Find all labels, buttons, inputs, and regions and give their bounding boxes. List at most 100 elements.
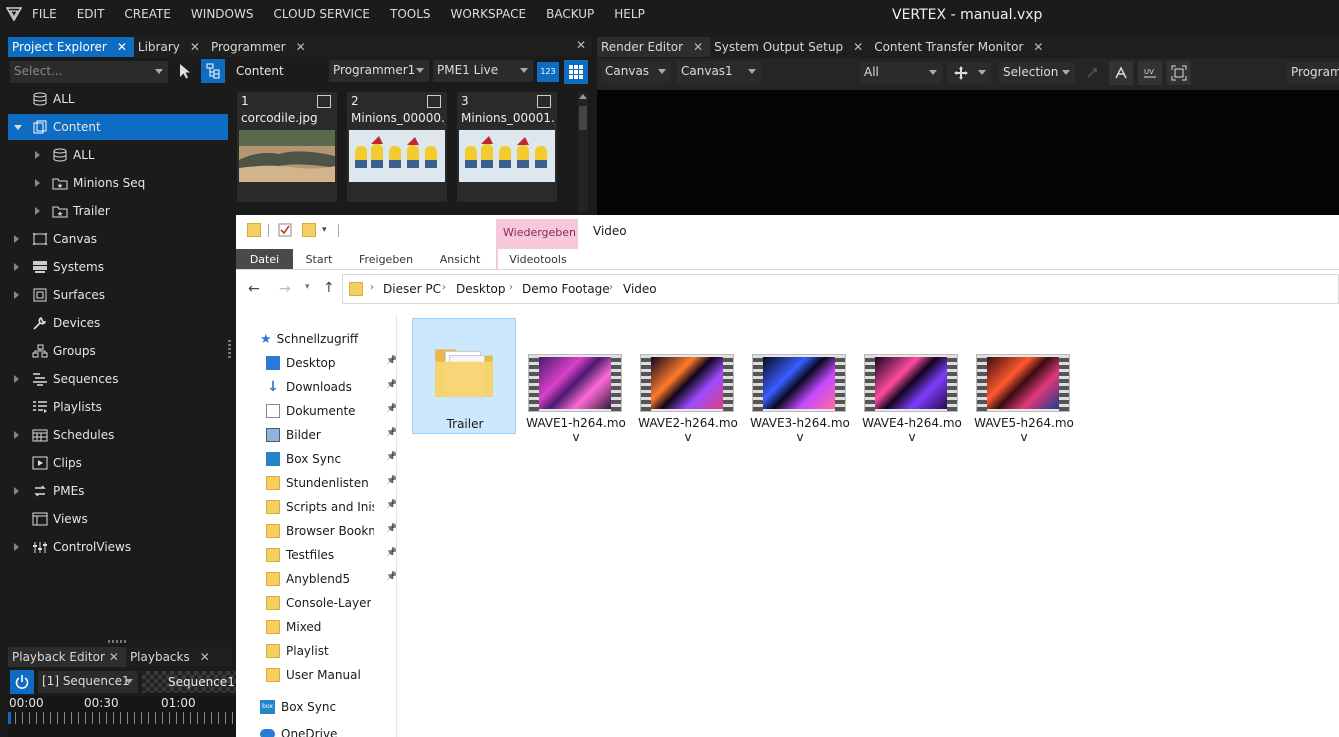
folder-icon[interactable] bbox=[247, 223, 261, 237]
sequence-select[interactable]: [1] Sequence1 bbox=[38, 671, 138, 693]
tab-project-explorer[interactable]: Project Explorer ✕ bbox=[8, 37, 134, 57]
expand-icon[interactable] bbox=[14, 487, 19, 495]
tree-item-clips[interactable]: Clips bbox=[8, 450, 228, 476]
tree-item-sequences[interactable]: Sequences bbox=[8, 366, 228, 392]
menu-tools[interactable]: TOOLS bbox=[390, 7, 431, 21]
breadcrumb-item[interactable]: Dieser PC bbox=[383, 282, 441, 296]
tree-item-playlists[interactable]: Playlists bbox=[8, 394, 228, 420]
nav-item[interactable]: Bilder 📌 bbox=[266, 423, 397, 447]
sequence-clip[interactable]: Sequence1 bbox=[142, 671, 236, 693]
content-item[interactable]: 2 Minions_00000.jpg bbox=[347, 92, 447, 202]
nav-item[interactable]: Box Sync 📌 bbox=[266, 447, 397, 471]
hierarchy-toggle-button[interactable] bbox=[201, 59, 225, 83]
customize-toolbar-icon[interactable]: ▾ bbox=[322, 225, 327, 235]
expand-icon[interactable] bbox=[14, 431, 19, 439]
tree-item-content-all[interactable]: ALL bbox=[8, 142, 228, 168]
new-folder-icon[interactable] bbox=[302, 223, 316, 237]
filter-select[interactable]: All bbox=[860, 62, 942, 84]
forward-arrow-icon[interactable]: → bbox=[279, 281, 291, 297]
close-icon[interactable]: ✕ bbox=[190, 40, 200, 54]
nav-item[interactable]: Console-Layer bbox=[266, 591, 371, 615]
canvas-type-select[interactable]: Canvas bbox=[601, 61, 671, 83]
close-icon[interactable]: ✕ bbox=[576, 38, 586, 52]
expand-icon[interactable] bbox=[14, 263, 19, 271]
render-viewport[interactable] bbox=[597, 90, 1339, 215]
nav-item[interactable]: Anyblend5 📌 bbox=[266, 567, 397, 591]
tree-item-devices[interactable]: Devices bbox=[8, 310, 228, 336]
close-icon[interactable]: ✕ bbox=[109, 650, 119, 664]
tree-item-schedules[interactable]: Schedules bbox=[8, 422, 228, 448]
nav-item[interactable]: Stundenlisten 📌 bbox=[266, 471, 397, 495]
playhead[interactable] bbox=[8, 712, 11, 724]
video-file-item[interactable]: WAVE1-h264.mov bbox=[524, 318, 628, 444]
tab-render-editor[interactable]: Render Editor ✕ bbox=[597, 37, 711, 57]
close-icon[interactable]: ✕ bbox=[693, 40, 703, 54]
tree-item-groups[interactable]: Groups bbox=[8, 338, 228, 364]
splitter-handle[interactable] bbox=[228, 340, 231, 358]
video-file-item[interactable]: WAVE5-h264.mov bbox=[972, 318, 1076, 444]
expand-icon[interactable] bbox=[35, 151, 40, 159]
breadcrumb-item[interactable]: Video bbox=[623, 282, 657, 296]
nav-item[interactable]: User Manual bbox=[266, 663, 361, 687]
splitter-handle[interactable] bbox=[108, 640, 126, 643]
content-item[interactable]: 1 corcodile.jpg bbox=[237, 92, 337, 202]
nav-box-sync[interactable]: box Box Sync bbox=[260, 695, 336, 719]
cursor-select-icon[interactable] bbox=[176, 62, 194, 80]
tab-freigeben[interactable]: Freigeben bbox=[350, 249, 422, 269]
expand-icon[interactable] bbox=[14, 375, 19, 383]
video-file-item[interactable]: WAVE4-h264.mov bbox=[860, 318, 964, 444]
recent-locations-icon[interactable]: ▾ bbox=[305, 282, 310, 292]
nav-item[interactable]: Playlist bbox=[266, 639, 329, 663]
tab-start[interactable]: Start bbox=[296, 249, 342, 269]
selection-mode-select[interactable]: Selection bbox=[999, 62, 1075, 84]
select-dropdown[interactable]: Select... bbox=[10, 61, 168, 83]
expand-icon[interactable] bbox=[35, 179, 40, 187]
close-icon[interactable]: ✕ bbox=[117, 40, 127, 54]
back-arrow-icon[interactable]: ← bbox=[248, 281, 260, 297]
canvas-select[interactable]: Canvas1 bbox=[677, 61, 761, 83]
tab-programmer[interactable]: Programmer ✕ bbox=[207, 37, 313, 57]
breadcrumb-item[interactable]: Demo Footage bbox=[522, 282, 610, 296]
expand-icon[interactable] bbox=[14, 543, 19, 551]
menu-help[interactable]: HELP bbox=[614, 7, 645, 21]
tab-ansicht[interactable]: Ansicht bbox=[432, 249, 488, 269]
tab-library[interactable]: Library ✕ bbox=[134, 37, 207, 57]
menu-workspace[interactable]: WORKSPACE bbox=[451, 7, 527, 21]
close-icon[interactable]: ✕ bbox=[200, 650, 210, 664]
tree-item-pmes[interactable]: PMEs bbox=[8, 478, 228, 504]
tree-item-all[interactable]: ALL bbox=[8, 86, 228, 112]
tree-item-controlviews[interactable]: ControlViews bbox=[8, 534, 228, 560]
tree-item-views[interactable]: Views bbox=[8, 506, 228, 532]
menu-file[interactable]: FILE bbox=[32, 7, 57, 21]
tree-item-minions-seq[interactable]: ★ Minions Seq bbox=[8, 170, 228, 196]
close-icon[interactable]: ✕ bbox=[1033, 40, 1043, 54]
scroll-thumb[interactable] bbox=[579, 106, 587, 130]
power-button[interactable] bbox=[10, 670, 34, 694]
close-icon[interactable]: ✕ bbox=[296, 40, 306, 54]
tab-playback-editor[interactable]: Playback Editor ✕ bbox=[8, 647, 126, 667]
tree-item-content[interactable]: Content bbox=[8, 114, 228, 140]
content-item[interactable]: 3 Minions_00001.jpg bbox=[457, 92, 557, 202]
close-icon[interactable]: ✕ bbox=[853, 40, 863, 54]
video-file-item[interactable]: WAVE2-h264.mov bbox=[636, 318, 740, 444]
nav-item[interactable]: Scripts and Inis f📌 bbox=[266, 495, 397, 519]
menu-cloud-service[interactable]: CLOUD SERVICE bbox=[273, 7, 370, 21]
properties-check-icon[interactable] bbox=[278, 223, 292, 237]
scroll-up-icon[interactable] bbox=[579, 94, 587, 99]
address-bar[interactable]: › Dieser PC › Desktop › Demo Footage › V… bbox=[342, 274, 1339, 304]
nav-onedrive[interactable]: OneDrive bbox=[260, 723, 337, 737]
menu-edit[interactable]: EDIT bbox=[77, 7, 105, 21]
programmer-select[interactable]: Programmer1 bbox=[1287, 62, 1339, 84]
nav-item[interactable]: Dokumente 📌 bbox=[266, 399, 397, 423]
breadcrumb-item[interactable]: Desktop bbox=[456, 282, 506, 296]
pme-select[interactable]: PME1 Live bbox=[433, 60, 533, 82]
menu-create[interactable]: CREATE bbox=[124, 7, 171, 21]
expand-icon[interactable] bbox=[14, 291, 19, 299]
numbering-toggle-button[interactable]: 123 bbox=[537, 62, 559, 82]
tree-item-trailer[interactable]: ★ Trailer bbox=[8, 198, 228, 224]
grid-view-button[interactable] bbox=[564, 60, 588, 84]
tab-content-transfer-monitor[interactable]: Content Transfer Monitor ✕ bbox=[870, 37, 1050, 57]
up-arrow-icon[interactable]: ↑ bbox=[323, 280, 335, 296]
tab-playbacks[interactable]: Playbacks ✕ bbox=[126, 647, 217, 667]
nav-quick-access[interactable]: ★ Schnellzugriff bbox=[260, 327, 358, 351]
